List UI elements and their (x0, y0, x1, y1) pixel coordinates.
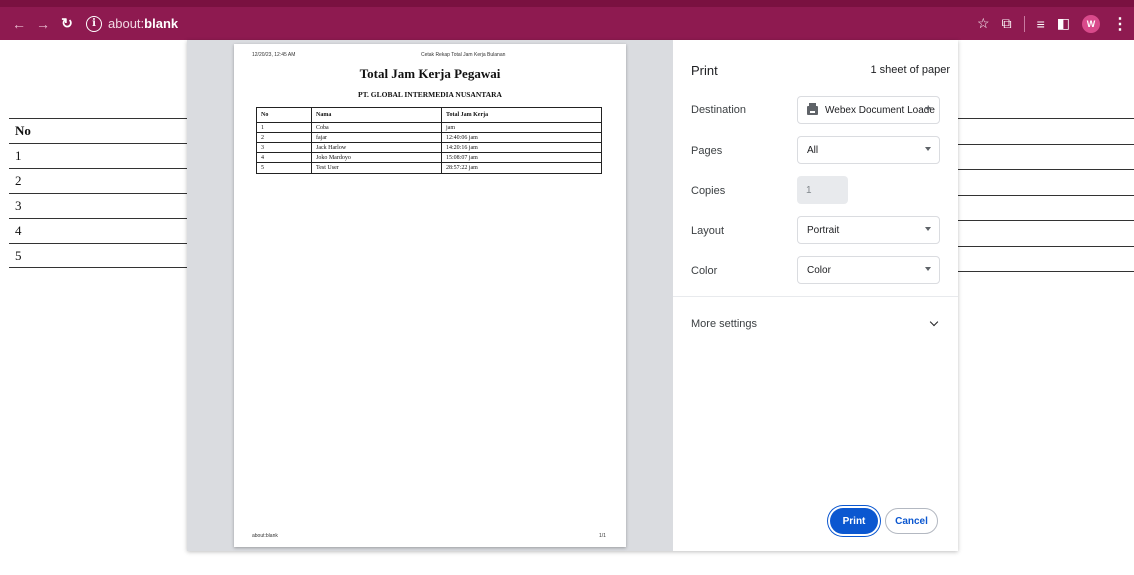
page-header-date: 12/20/23, 12:45 AM (252, 52, 296, 58)
table-cell: 28:57:22 jam (446, 165, 478, 171)
table-row: 1 Coba jam (257, 123, 601, 133)
back-arrow-icon[interactable]: ← (8, 13, 30, 35)
menu-kebab-icon[interactable]: ⋮ (1112, 14, 1128, 34)
print-dialog: 12/20/23, 12:45 AM Cetak Rekap Total Jam… (187, 40, 958, 551)
print-settings-pane: Print 1 sheet of paper Destination Webex… (673, 40, 958, 551)
column-header: Nama (312, 108, 442, 122)
table-line (958, 194, 1134, 221)
dropdown-caret-icon (925, 227, 931, 231)
browser-toolbar: ← → ↻ i about:blank ☆ ⧉ ≡ ◧ W ⋮ (0, 7, 1134, 40)
background-table-right-edge (958, 118, 1134, 297)
document-title: Total Jam Kerja Pegawai (359, 66, 501, 81)
table-cell: Joko Mardoyo (312, 153, 442, 162)
site-info-icon[interactable]: i (86, 15, 102, 32)
color-value: Color (807, 264, 831, 276)
destination-value: Webex Document Loade (825, 104, 935, 116)
chevron-down-icon[interactable] (929, 317, 939, 327)
address-bar[interactable]: i about:blank (86, 15, 179, 32)
dialog-title: Print (691, 63, 718, 78)
more-settings-toggle[interactable]: More settings (691, 318, 757, 330)
table-cell: Jack Harlow (312, 143, 442, 152)
destination-label: Destination (691, 104, 747, 116)
table-cell: 5 (257, 163, 312, 173)
dropdown-caret-icon (925, 107, 931, 111)
column-header: Total Jam Kerja (446, 112, 489, 118)
table-line (958, 118, 1134, 144)
table-row: 3 Jack Harlow 14:20:16 jam (257, 143, 601, 153)
page-footer-url: about:blank (252, 533, 278, 539)
table-cell: 14:20:16 jam (446, 144, 478, 151)
table-row: 5 (9, 243, 189, 268)
table-row: 1 (9, 143, 189, 168)
table-line (958, 169, 1134, 195)
copies-input[interactable]: 1 (797, 176, 848, 204)
table-row: 5 Test User 28:57:22 jam (257, 163, 601, 173)
sheet-count: 1 sheet of paper (870, 64, 950, 76)
table-row: 4 (9, 218, 189, 243)
table-cell: Test User (312, 163, 442, 173)
destination-select[interactable]: Webex Document Loade (797, 96, 940, 124)
page-header-title: Cetak Rekap Total Jam Kerja Bulanan (421, 52, 506, 58)
table-cell: 15:08:07 jam (446, 154, 478, 161)
extensions-icon[interactable]: ⧉ (1002, 15, 1012, 32)
table-cell: 12:40:06 jam (446, 134, 478, 141)
url-text: about:blank (108, 16, 179, 31)
cancel-button[interactable]: Cancel (885, 508, 938, 534)
table-line (958, 143, 1134, 170)
table-cell: 1 (257, 123, 312, 132)
print-button[interactable]: Print (830, 508, 878, 534)
dropdown-caret-icon (925, 267, 931, 271)
layout-value: Portrait (807, 224, 840, 236)
preview-table: No Nama Total Jam Kerja 1 Coba jam 2 faj… (256, 107, 602, 174)
table-line (958, 220, 1134, 246)
table-row: 2 fajar 12:40:06 jam (257, 133, 601, 143)
printer-icon (807, 102, 818, 115)
table-line (958, 245, 1134, 272)
color-select[interactable]: Color (797, 256, 940, 284)
copies-label: Copies (691, 185, 726, 197)
table-row: 4 Joko Mardoyo 15:08:07 jam (257, 153, 601, 163)
table-row: 2 (9, 168, 189, 193)
dropdown-caret-icon (925, 147, 931, 151)
column-header: No (257, 108, 312, 122)
preview-table-header: No Nama Total Jam Kerja (257, 108, 601, 123)
pages-select[interactable]: All (797, 136, 940, 164)
reload-icon[interactable]: ↻ (56, 13, 78, 35)
color-label: Color (691, 265, 718, 277)
toolbar-right-icons: ☆ ⧉ ≡ ◧ W ⋮ (977, 7, 1128, 40)
table-cell: 4 (257, 153, 312, 162)
pages-label: Pages (691, 145, 723, 157)
bookmark-star-icon[interactable]: ☆ (977, 15, 990, 32)
page-footer-number: 1/1 (599, 533, 606, 539)
pages-value: All (807, 144, 819, 156)
profile-avatar[interactable]: W (1082, 14, 1100, 33)
toolbar-divider (1023, 15, 1025, 32)
table-cell: Coba (312, 123, 442, 132)
company-name: PT. GLOBAL INTERMEDIA NUSANTARA (358, 90, 502, 99)
reading-list-icon[interactable]: ≡ (1037, 16, 1045, 32)
tab-strip (0, 0, 1134, 7)
preview-page: 12/20/23, 12:45 AM Cetak Rekap Total Jam… (234, 44, 626, 547)
table-cell: fajar (312, 133, 442, 142)
layout-label: Layout (691, 225, 725, 237)
table-cell: 3 (257, 143, 312, 152)
table-cell: 2 (257, 133, 312, 142)
background-table: No 1 2 3 4 5 (9, 118, 189, 268)
table-row: 3 (9, 193, 189, 218)
print-preview-pane: 12/20/23, 12:45 AM Cetak Rekap Total Jam… (187, 40, 673, 551)
table-cell: jam (446, 124, 455, 131)
background-table-header: No (9, 118, 189, 143)
settings-divider (673, 296, 958, 297)
forward-arrow-icon[interactable]: → (32, 13, 54, 35)
side-panel-icon[interactable]: ◧ (1057, 15, 1070, 32)
table-line (958, 271, 1134, 297)
layout-select[interactable]: Portrait (797, 216, 940, 244)
